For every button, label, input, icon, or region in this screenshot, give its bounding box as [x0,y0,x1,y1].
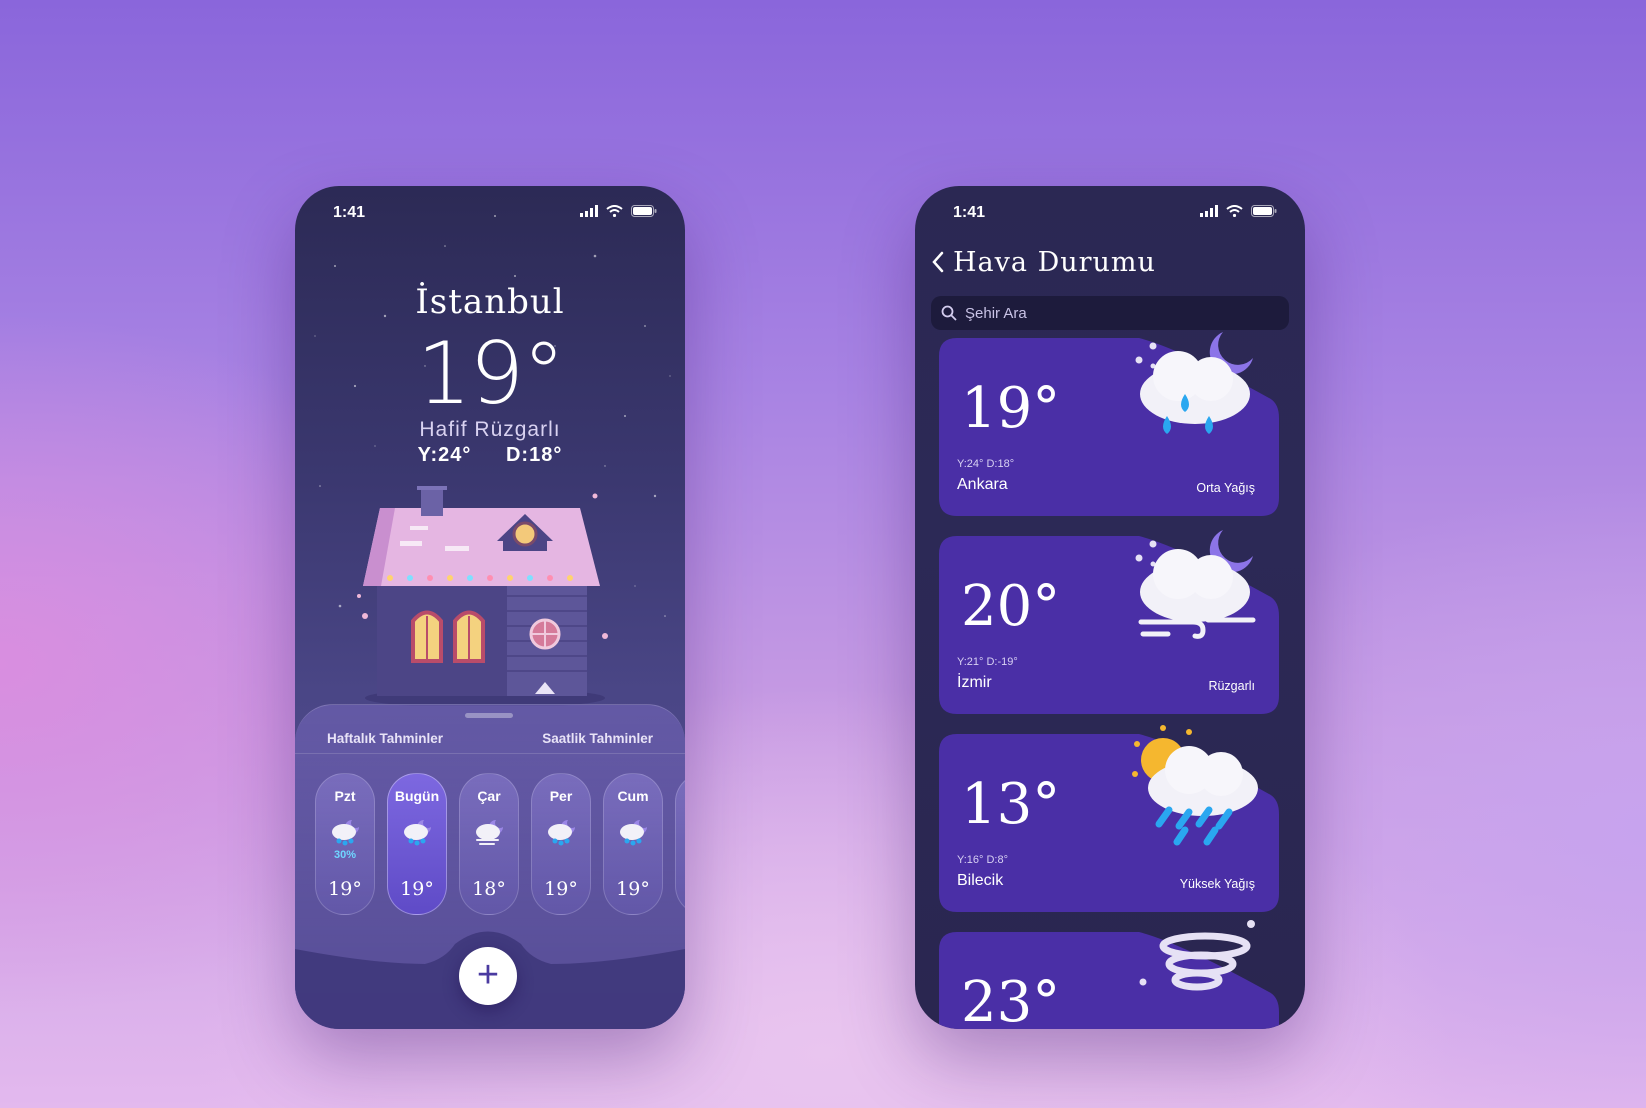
back-chevron-icon[interactable] [931,251,945,273]
city-list-screen: 1:41 Hava Durumu 19° Y:24° D:18° Ankara … [915,186,1305,1029]
city-temp: 13° [961,772,1061,837]
rain-cloud-moon-icon [548,820,575,846]
status-bar: 1:41 [295,202,685,226]
battery-icon [1251,205,1277,217]
city-temp: 23° [961,970,1061,1029]
day-card[interactable]: Cum 19° [603,773,663,915]
page-title: Hava Durumu [953,246,1156,278]
day-temp: 19° [616,878,650,900]
weather-condition: Hafif Rüzgarlı [419,418,561,441]
add-city-button[interactable]: + [459,947,517,1005]
city-name: Ankara [957,476,1008,493]
cellular-signal-icon [1200,205,1218,217]
day-name: Çar [477,788,501,804]
tab-weekly-forecast[interactable]: Haftalık Tahminler [327,731,443,746]
city-condition: Yüksek Yağış [1179,877,1255,891]
precip-chance: 30% [333,849,357,861]
battery-icon [631,205,657,217]
day-card[interactable]: Çar 18° [459,773,519,915]
wind-cloud-moon-icon [476,820,503,845]
city-card-ankara[interactable]: 19° Y:24° D:18° Ankara Orta Yağış [939,332,1279,516]
forecast-sheet[interactable]: Haftalık Tahminler Saatlik Tahminler Pzt… [295,704,685,1029]
day-name: Pzt [334,788,356,804]
city-name: İzmir [957,674,992,691]
city-name: Bilecik [957,872,1004,889]
background-canvas: 1:41 İstanbul 19° Hafif Rüzgarlı Y:24° D… [0,0,1646,1108]
day-temp: 19° [400,878,434,900]
rain-cloud-moon-icon [620,820,647,846]
sun-heavy-rain-cloud-icon [1132,725,1258,846]
day-card-partial[interactable] [675,773,685,915]
day-card[interactable]: Pzt 30% 19° [315,773,375,915]
day-name: Bugün [394,788,440,804]
day-name: Cum [617,788,649,804]
tab-hourly-forecast[interactable]: Saatlik Tahminler [542,731,653,746]
status-bar: 1:41 [915,202,1305,226]
status-time: 1:41 [333,204,366,221]
city-card-partial[interactable]: 23° [939,920,1279,1029]
day-card[interactable]: Per 19° [531,773,591,915]
rain-cloud-moon-icon [1135,332,1253,434]
rain-cloud-moon-icon [332,820,359,846]
current-temperature: 19° [416,324,565,424]
day-temp: 19° [544,878,578,900]
house-illustration [357,486,608,706]
tornado-icon [1139,920,1255,991]
tab-divider [295,753,685,754]
city-condition: Rüzgarlı [1208,679,1255,693]
status-time: 1:41 [953,204,986,221]
city-temp: 20° [961,574,1061,639]
wifi-icon [606,205,623,217]
rain-cloud-moon-icon [404,820,431,846]
sheet-grabber[interactable] [465,713,513,718]
city-high-low: Y:16° D:8° [957,854,1008,866]
city-temp: 19° [961,376,1061,441]
city-name: İstanbul [415,282,565,322]
cellular-signal-icon [580,205,598,217]
high-low: Y:24° D:18° [295,444,685,467]
day-name: Per [549,788,573,804]
wifi-icon [1226,205,1243,217]
city-high-low: Y:21° D:-19° [957,656,1018,668]
search-icon [941,305,957,321]
day-temp: 19° [328,878,362,900]
day-card-today[interactable]: Bugün 19° [387,773,447,915]
high-temp: Y:24° [417,444,472,466]
low-temp: D:18° [505,444,563,466]
wind-cloud-moon-icon [1135,530,1256,639]
weekly-forecast-list: Pzt 30% 19° Bugün 19° Çar 18° Per 19° Cu… [315,773,685,915]
city-condition: Orta Yağış [1196,481,1255,495]
nav-header: Hava Durumu [931,242,1156,282]
search-input[interactable] [963,303,1267,323]
city-high-low: Y:24° D:18° [957,458,1015,470]
main-weather-screen: 1:41 İstanbul 19° Hafif Rüzgarlı Y:24° D… [295,186,685,1029]
city-card-izmir[interactable]: 20° Y:21° D:-19° İzmir Rüzgarlı [939,530,1279,714]
city-card-bilecik[interactable]: 13° Y:16° D:8° Bilecik Yüksek Yağış [939,725,1279,912]
day-temp: 18° [472,878,506,900]
